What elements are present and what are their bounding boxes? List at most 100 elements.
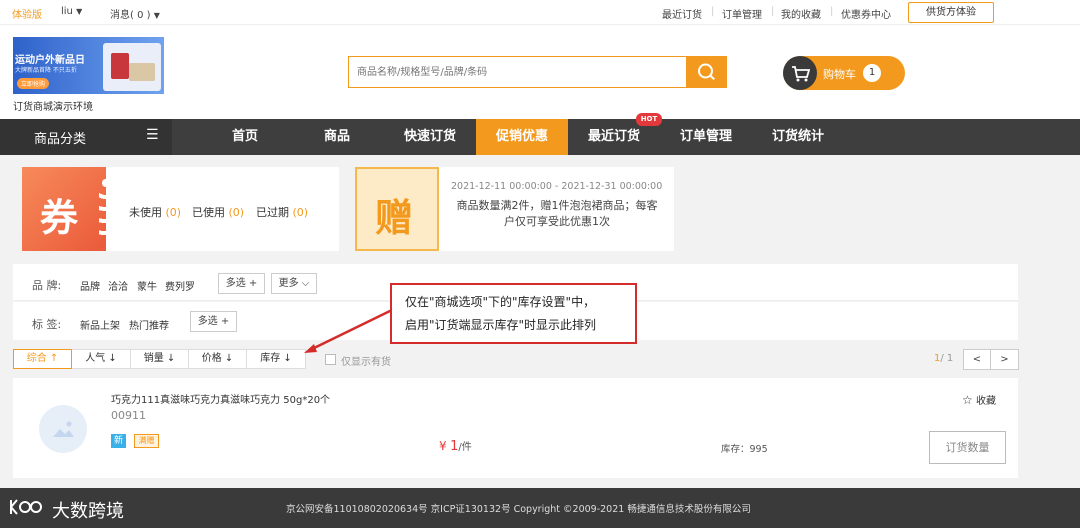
top-bar: 体验版 liu ▼ 消息( 0 ) ▼ 最近订货 | 订单管理 | 我的收藏 |… <box>0 0 1080 25</box>
coupon-expired-label: 已过期 <box>256 206 289 219</box>
coupon-unused-label: 未使用 <box>129 206 162 219</box>
coupon-used[interactable]: 已使用 (0) <box>192 204 244 220</box>
cart-count: 1 <box>863 64 881 82</box>
gift-desc-line1: 商品数量满2件，赠1件泡泡裙商品；每客 <box>456 199 658 212</box>
search-icon <box>698 63 715 81</box>
prev-page-button[interactable]: < <box>963 349 991 370</box>
page-total: / 1 <box>940 353 954 364</box>
brand-option[interactable]: 蒙牛 <box>137 278 157 293</box>
product-stock: 库存：995 <box>721 441 768 455</box>
message-count: ( 0 ) <box>130 10 151 21</box>
more-label: 更多 <box>278 278 299 289</box>
stock-label: 库存： <box>721 444 750 455</box>
nav-recent-orders[interactable]: 最近订货 <box>582 119 646 155</box>
sort-popularity[interactable]: 人气 ↓ <box>72 349 131 369</box>
link-order-management[interactable]: 订单管理 <box>722 6 762 21</box>
trial-label: 体验版 <box>12 10 42 21</box>
tag-option[interactable]: 热门推荐 <box>129 317 169 332</box>
gift-char: 赠 <box>375 196 414 240</box>
brand-option[interactable]: 品牌 <box>80 278 100 293</box>
banner-subtitle: 大牌新品首降 不只五折 <box>15 67 77 74</box>
sort-comprehensive[interactable]: 综合 ↑ <box>13 349 72 369</box>
sort-sales[interactable]: 销量 ↓ <box>131 349 189 369</box>
chevron-down-icon: ▼ <box>76 7 83 16</box>
search-input[interactable] <box>349 57 685 87</box>
gift-icon: 赠 <box>355 167 439 251</box>
favorite-button[interactable]: ☆ 收藏 <box>962 392 996 407</box>
brand-more-button[interactable]: 更多 ⌵ <box>271 273 317 294</box>
supplier-experience-button[interactable]: 供货方体验 <box>908 2 994 23</box>
link-coupon-center[interactable]: 优惠券中心 <box>841 6 891 21</box>
annotation-line1: 仅在"商城选项"下的"库存设置"中， <box>405 295 596 309</box>
divider: | <box>830 6 834 17</box>
product-image-placeholder[interactable] <box>39 405 87 453</box>
annotation-callout: 仅在"商城选项"下的"库存设置"中， 启用"订货端显示库存"时显示此排列 <box>390 283 637 344</box>
favorite-label: 收藏 <box>975 396 996 407</box>
plus-icon: + <box>220 316 230 327</box>
next-page-button[interactable]: > <box>991 349 1019 370</box>
annotation-line2: 启用"订货端显示库存"时显示此排列 <box>405 318 597 332</box>
hot-badge: HOT <box>636 113 662 126</box>
badge-new: 新 <box>111 434 126 448</box>
divider: | <box>711 6 715 17</box>
product-name[interactable]: 巧克力111真滋味巧克力真滋味巧克力 50g*20个 <box>111 391 330 406</box>
store-name: 订货商城演示环境 <box>13 102 93 113</box>
banner-title: 运动户外新品日 <box>15 55 85 66</box>
brand-option[interactable]: 费列罗 <box>165 278 195 293</box>
brand-option[interactable]: 洽洽 <box>108 278 128 293</box>
coupon-unused[interactable]: 未使用 (0) <box>129 204 181 220</box>
tag-multiselect-button[interactable]: 多选 + <box>190 311 237 332</box>
footer-logo-text: 大数跨境 <box>52 501 124 522</box>
category-menu[interactable]: 商品分类 ☰ <box>0 119 172 155</box>
chevron-down-icon: ⌵ <box>301 278 310 289</box>
sort-price[interactable]: 价格 ↓ <box>189 349 247 369</box>
user-menu[interactable]: liu ▼ <box>61 6 82 17</box>
coupon-expired-count: (0) <box>292 206 309 219</box>
header: 运动户外新品日 大牌新品首降 不只五折 立即抢购 订货商城演示环境 购物车 1 <box>0 25 1080 119</box>
product-code: 00911 <box>111 409 146 422</box>
tag-label: 标 签: <box>32 318 62 331</box>
coupon-edge <box>99 177 113 241</box>
badge-promo: 满赠 <box>134 434 159 448</box>
nav-home[interactable]: 首页 <box>222 119 268 155</box>
messages-menu[interactable]: 消息( 0 ) ▼ <box>110 6 160 21</box>
main-nav: 商品分类 ☰ 首页 商品 快速订货 促销优惠 最近订货 HOT 订单管理 订货统… <box>0 113 1080 155</box>
messages-label: 消息 <box>110 10 130 21</box>
cart-label: 购物车 <box>823 68 856 81</box>
menu-icon: ☰ <box>146 127 159 143</box>
promo-banner[interactable]: 运动户外新品日 大牌新品首降 不只五折 立即抢购 <box>13 37 164 94</box>
tag-option[interactable]: 新品上架 <box>80 317 120 332</box>
star-icon: ☆ <box>962 393 973 407</box>
product-price: ¥ 1/件 <box>439 438 472 454</box>
nav-products[interactable]: 商品 <box>314 119 360 155</box>
multiselect-label: 多选 <box>225 278 246 289</box>
search-box <box>348 56 687 88</box>
coupon-used-count: (0) <box>228 206 245 219</box>
sort-stock[interactable]: 库存 ↓ <box>247 349 306 369</box>
order-quantity-button[interactable]: 订货数量 <box>929 431 1006 464</box>
search-button[interactable] <box>686 56 727 88</box>
cart-button[interactable]: 购物车 1 <box>783 56 905 90</box>
link-recent-orders[interactable]: 最近订货 <box>662 6 702 21</box>
product-row: 巧克力111真滋味巧克力真滋味巧克力 50g*20个 00911 新 满赠 ¥ … <box>13 378 1018 478</box>
banner-cta: 立即抢购 <box>17 78 50 89</box>
brand-multiselect-button[interactable]: 多选 + <box>218 273 265 294</box>
gift-promo-card[interactable]: 赠 2021-12-11 00:00:00 - 2021-12-31 00:00… <box>355 167 674 251</box>
nav-order-management[interactable]: 订单管理 <box>674 119 738 155</box>
coupon-char: 券 <box>40 196 79 240</box>
footer-copyright: 京公网安备11010802020634号 京ICP证130132号 Copyri… <box>286 504 751 515</box>
stock-value: 995 <box>749 444 768 455</box>
nav-order-statistics[interactable]: 订货统计 <box>766 119 830 155</box>
multiselect-label: 多选 <box>197 316 218 327</box>
category-label: 商品分类 <box>34 132 87 147</box>
link-my-favorites[interactable]: 我的收藏 <box>781 6 821 21</box>
coupon-expired[interactable]: 已过期 (0) <box>256 204 308 220</box>
gift-dates: 2021-12-11 00:00:00 - 2021-12-31 00:00:0… <box>451 181 663 192</box>
brand-label: 品 牌: <box>32 279 62 292</box>
brand-logo-icon <box>8 496 52 518</box>
nav-promotions[interactable]: 促销优惠 <box>476 119 568 155</box>
divider: | <box>771 6 775 17</box>
nav-quick-order[interactable]: 快速订货 <box>398 119 462 155</box>
user-name: liu <box>61 6 73 17</box>
image-icon <box>53 421 74 437</box>
